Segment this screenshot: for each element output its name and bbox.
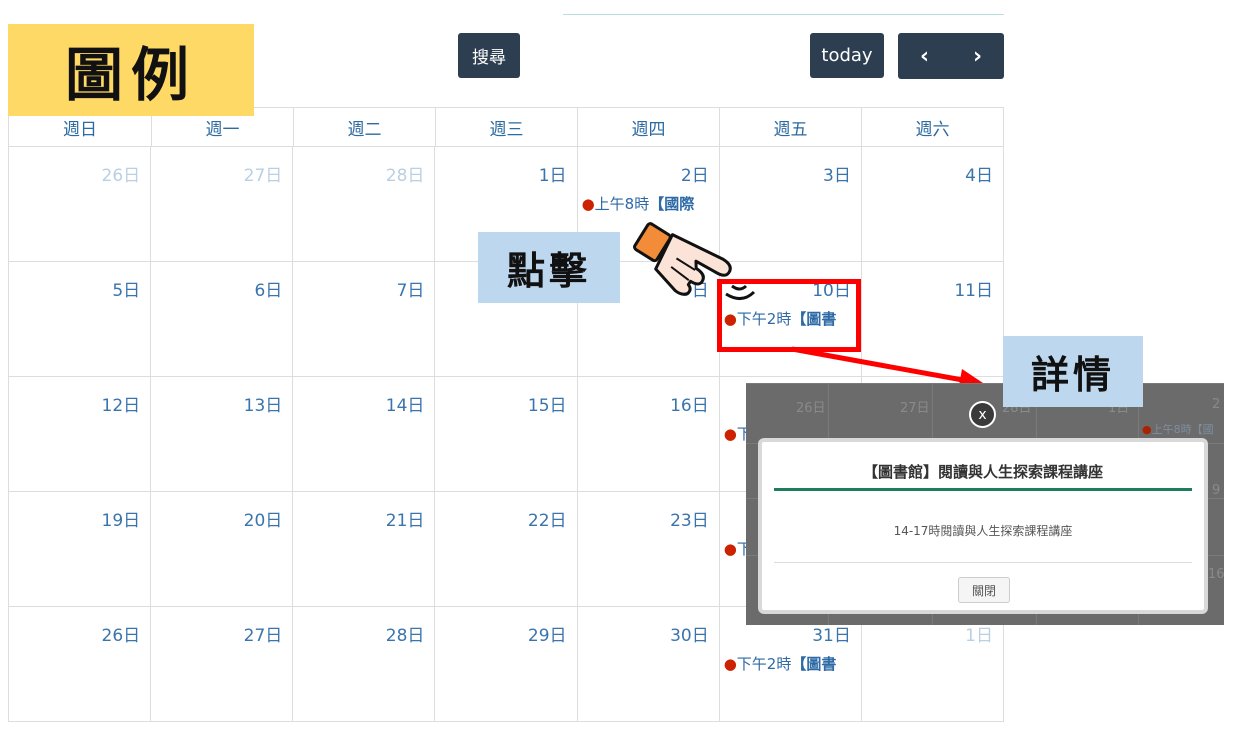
- calendar-day-cell[interactable]: 19日: [9, 492, 152, 607]
- day-number: 28日: [385, 626, 425, 646]
- dialog-close-button[interactable]: 關閉: [958, 577, 1010, 603]
- click-annotation: 點擊: [478, 232, 620, 303]
- top-divider: [563, 14, 1004, 15]
- day-number: 29日: [527, 626, 567, 646]
- day-number: 15日: [527, 396, 567, 416]
- calendar-day-cell[interactable]: 21日: [293, 492, 436, 607]
- day-number: 27日: [243, 626, 283, 646]
- event-detail-dialog: 【圖書館】閱讀與人生探索課程講座 14-17時閱讀與人生探索課程講座 關閉: [758, 438, 1208, 614]
- today-button[interactable]: today: [810, 33, 884, 78]
- dialog-body: 14-17時閱讀與人生探索課程講座: [893, 524, 1073, 538]
- calendar-day-cell[interactable]: 30日: [577, 607, 720, 722]
- pointing-hand-icon: [633, 222, 756, 300]
- calendar-day-cell[interactable]: 27日: [151, 147, 294, 262]
- dialog-footer-divider: [774, 562, 1192, 563]
- day-number: 4日: [965, 166, 993, 186]
- calendar-day-cell[interactable]: 14日: [293, 377, 436, 492]
- calendar-day-cell[interactable]: 22日: [435, 492, 578, 607]
- event-dot-icon: ●: [581, 195, 595, 213]
- day-number: 20日: [243, 511, 283, 531]
- day-number: 26日: [101, 626, 141, 646]
- day-number: 16日: [670, 396, 709, 416]
- legend-text: 圖例: [64, 41, 197, 109]
- day-number: 1日: [538, 166, 567, 186]
- bg-day: 9: [1212, 483, 1221, 498]
- day-number: 27日: [243, 166, 283, 186]
- weekday-tue: 週二: [293, 108, 435, 146]
- calendar-day-cell[interactable]: 12日: [9, 377, 152, 492]
- calendar-day-cell[interactable]: 15日: [435, 377, 578, 492]
- month-nav: ‹ ›: [898, 33, 1004, 79]
- day-number: 12日: [101, 396, 141, 416]
- calendar-day-cell[interactable]: 27日: [151, 607, 294, 722]
- day-number: 30日: [670, 626, 709, 646]
- day-number: 5日: [112, 281, 141, 301]
- event-time: 下午2時: [736, 655, 792, 673]
- calendar-day-cell[interactable]: 26日: [9, 147, 152, 262]
- event-time: 上午8時: [594, 195, 650, 213]
- day-number: 22日: [527, 511, 567, 531]
- day-number: 21日: [385, 511, 425, 531]
- weekday-sat: 週六: [861, 108, 1003, 146]
- day-number: 2日: [680, 166, 709, 186]
- event-title: 【國際: [649, 195, 695, 213]
- weekday-fri: 週五: [719, 108, 861, 146]
- calendar-day-cell[interactable]: 5日: [9, 262, 152, 377]
- weekday-thu: 週四: [577, 108, 719, 146]
- dialog-title: 【圖書館】閱讀與人生探索課程講座: [862, 463, 1103, 481]
- calendar-day-cell[interactable]: 20日: [151, 492, 294, 607]
- event-title: 【圖書: [791, 655, 837, 673]
- calendar-day-cell[interactable]: 23日: [577, 492, 720, 607]
- event-dot-icon: ●: [723, 655, 737, 673]
- calendar-day-cell[interactable]: 16日: [577, 377, 720, 492]
- legend-badge: 圖例: [8, 24, 254, 116]
- day-number: 28日: [385, 166, 425, 186]
- bg-day: 27日: [900, 401, 930, 416]
- calendar-event[interactable]: ●下午2時【圖書: [724, 653, 860, 674]
- day-number: 3日: [823, 166, 851, 186]
- day-number: 26日: [101, 166, 141, 186]
- chevron-left-icon[interactable]: ‹: [920, 44, 929, 69]
- dialog-divider: [774, 488, 1192, 491]
- calendar-day-cell[interactable]: 28日: [293, 607, 436, 722]
- bg-day: 2: [1212, 397, 1221, 412]
- search-button[interactable]: 搜尋: [458, 33, 520, 78]
- bg-day: 16: [1208, 567, 1224, 582]
- event-dot-icon: ●: [723, 540, 737, 558]
- detail-annotation: 詳情: [1003, 336, 1143, 407]
- calendar-day-cell[interactable]: 4日: [861, 147, 1004, 262]
- day-number: 11日: [954, 281, 993, 301]
- calendar-event[interactable]: ●上午8時【國際: [582, 193, 718, 214]
- calendar-day-cell[interactable]: 29日: [435, 607, 578, 722]
- calendar-day-cell[interactable]: 6日: [151, 262, 294, 377]
- close-icon[interactable]: x: [969, 401, 996, 428]
- day-number: 13日: [243, 396, 283, 416]
- day-number: 14日: [385, 396, 425, 416]
- event-dot-icon: ●: [723, 425, 737, 443]
- calendar-day-cell[interactable]: 7日: [293, 262, 436, 377]
- day-number: 6日: [254, 281, 283, 301]
- weekday-wed: 週三: [435, 108, 577, 146]
- day-number: 19日: [101, 511, 141, 531]
- chevron-right-icon[interactable]: ›: [973, 44, 982, 69]
- day-number: 23日: [670, 511, 709, 531]
- detail-annotation-text: 詳情: [1030, 353, 1115, 397]
- bg-event: ●上午8時【國: [1142, 423, 1214, 436]
- bg-day: 26日: [796, 401, 826, 416]
- calendar-day-cell[interactable]: 26日: [9, 607, 152, 722]
- calendar-day-cell[interactable]: 28日: [293, 147, 436, 262]
- click-annotation-text: 點擊: [506, 249, 591, 293]
- day-number: 7日: [396, 281, 425, 301]
- calendar-day-cell[interactable]: 13日: [151, 377, 294, 492]
